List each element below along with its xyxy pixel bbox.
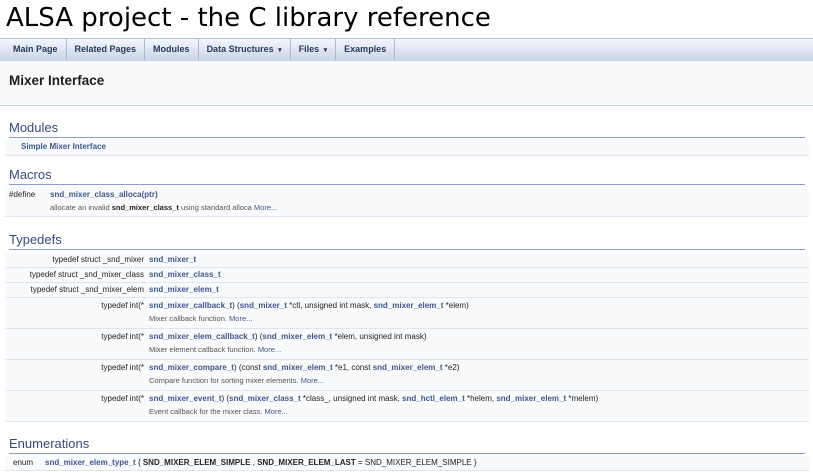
sig-text: *helem, xyxy=(464,394,497,403)
sig-text: ) ( xyxy=(221,394,230,403)
sig-text: *melem) xyxy=(566,394,599,403)
more-link[interactable]: More... xyxy=(301,376,324,385)
typedef-link[interactable]: snd_mixer_event_t xyxy=(149,394,221,403)
type-link[interactable]: snd_mixer_elem_t xyxy=(262,332,332,341)
nav-label: Modules xyxy=(153,44,190,54)
type-link[interactable]: snd_hctl_elem_t xyxy=(402,394,465,403)
sig-text: *e2) xyxy=(442,363,460,372)
type-link[interactable]: snd_mixer_elem_t xyxy=(496,394,566,403)
page-title: ALSA project - the C library reference xyxy=(6,3,491,33)
nav-examples[interactable]: Examples xyxy=(336,39,396,61)
enum-signature: snd_mixer_elem_type_t { SND_MIXER_ELEM_S… xyxy=(45,458,477,467)
nav-main-page[interactable]: Main Page xyxy=(0,39,67,61)
typedef-description: Mixer element callback function. More... xyxy=(149,345,281,354)
macro-define: #define xyxy=(9,190,36,199)
desc-text: allocate an invalid xyxy=(50,203,112,212)
section-heading-enumerations: Enumerations xyxy=(9,436,805,454)
desc-text: using standard alloca xyxy=(178,203,254,212)
sig-text: *class_, unsigned int mask, xyxy=(300,394,403,403)
typedef-left: typedef int(* xyxy=(101,301,144,310)
enum-value[interactable]: SND_MIXER_ELEM_SIMPLE xyxy=(143,458,251,467)
typedef-link[interactable]: snd_mixer_callback_t xyxy=(149,301,232,310)
desc-text: Mixer callback function. xyxy=(149,314,230,323)
typedef-row: typedef struct _snd_mixer_class snd_mixe… xyxy=(5,268,809,283)
nav-modules[interactable]: Modules xyxy=(145,39,199,61)
caret-down-icon: ▾ xyxy=(323,47,328,54)
type-link[interactable]: snd_mixer_elem_t xyxy=(263,363,333,372)
page-header: Mixer Interface xyxy=(0,61,813,106)
typedef-left: typedef struct _snd_mixer_class xyxy=(29,270,144,279)
typedef-left: typedef struct _snd_mixer xyxy=(52,255,144,264)
typedef-link[interactable]: snd_mixer_elem_t xyxy=(149,285,219,294)
typedef-signature: snd_mixer_compare_t) (const snd_mixer_el… xyxy=(149,363,459,372)
section-heading-macros: Macros xyxy=(9,167,805,185)
desc-type: snd_mixer_class_t xyxy=(111,203,179,212)
macro-link[interactable]: snd_mixer_class_alloca(ptr) xyxy=(50,190,158,199)
typedef-left: typedef int(* xyxy=(101,332,144,341)
more-link[interactable]: More... xyxy=(254,203,277,212)
macro-row: #define snd_mixer_class_alloca(ptr) allo… xyxy=(5,186,809,217)
nav-data-structures[interactable]: Data Structures ▾ xyxy=(199,39,291,61)
nav-label: Data Structures xyxy=(206,44,274,54)
desc-text: Compare function for sorting mixer eleme… xyxy=(149,376,301,385)
nav-bar: Main Page Related Pages Modules Data Str… xyxy=(0,38,813,62)
typedef-left: typedef int(* xyxy=(101,394,144,403)
more-link[interactable]: More... xyxy=(258,345,281,354)
macro-description: allocate an invalid snd_mixer_class_t us… xyxy=(50,203,277,212)
typedef-description: Event callback for the mixer class. More… xyxy=(149,407,288,416)
caret-down-icon: ▾ xyxy=(278,47,282,54)
typedef-description: Mixer callback function. More... xyxy=(149,314,252,323)
sig-text: *ctl, unsigned int mask, xyxy=(286,301,374,310)
nav-files[interactable]: Files ▾ xyxy=(291,39,337,61)
nav-related-pages[interactable]: Related Pages xyxy=(67,39,146,61)
sig-text: *elem) xyxy=(443,301,469,310)
module-link[interactable]: Simple Mixer Interface xyxy=(21,142,106,151)
enum-text: = SND_MIXER_ELEM_SIMPLE } xyxy=(355,458,477,467)
more-link[interactable]: More... xyxy=(264,407,287,416)
desc-text: Event callback for the mixer class. xyxy=(149,407,265,416)
typedef-row: typedef int(* snd_mixer_compare_t) (cons… xyxy=(5,360,809,391)
type-link[interactable]: snd_mixer_elem_t xyxy=(373,363,443,372)
typedef-row: typedef struct _snd_mixer snd_mixer_t xyxy=(5,253,809,268)
typedef-signature: snd_mixer_event_t) (snd_mixer_class_t *c… xyxy=(149,394,598,403)
nav-label: Files xyxy=(298,44,320,54)
type-link[interactable]: snd_mixer_elem_t xyxy=(374,301,444,310)
nav-label: Related Pages xyxy=(74,44,137,54)
header-title: Mixer Interface xyxy=(9,73,105,88)
typedef-left: typedef int(* xyxy=(101,363,144,372)
sig-text: ) ( xyxy=(232,301,240,310)
desc-text: Mixer element callback function. xyxy=(149,345,258,354)
enum-text: { xyxy=(135,458,143,467)
type-link[interactable]: snd_mixer_t xyxy=(240,301,287,310)
typedef-row: typedef int(* snd_mixer_callback_t) (snd… xyxy=(5,298,809,329)
typedef-row: typedef int(* snd_mixer_elem_callback_t)… xyxy=(5,329,809,360)
nav-label: Examples xyxy=(344,44,387,54)
section-heading-modules: Modules xyxy=(9,120,805,138)
typedef-description: Compare function for sorting mixer eleme… xyxy=(149,376,324,385)
sig-text: *e1, const xyxy=(332,363,373,372)
enum-value[interactable]: SND_MIXER_ELEM_LAST xyxy=(257,458,356,467)
typedef-signature: snd_mixer_elem_callback_t) (snd_mixer_el… xyxy=(149,332,427,341)
enum-keyword: enum xyxy=(13,458,34,467)
typedef-link[interactable]: snd_mixer_class_t xyxy=(149,270,221,279)
sig-text: *elem, unsigned int mask) xyxy=(332,332,427,341)
typedef-link[interactable]: snd_mixer_t xyxy=(149,255,196,264)
typedef-link[interactable]: snd_mixer_elem_callback_t xyxy=(149,332,255,341)
module-row: Simple Mixer Interface xyxy=(5,139,809,156)
typedef-left: typedef struct _snd_mixer_elem xyxy=(30,285,144,294)
section-heading-typedefs: Typedefs xyxy=(9,232,805,250)
typedef-row: typedef struct _snd_mixer_elem snd_mixer… xyxy=(5,283,809,298)
more-link[interactable]: More... xyxy=(229,314,252,323)
typedef-row: typedef int(* snd_mixer_event_t) (snd_mi… xyxy=(5,391,809,422)
typedef-signature: snd_mixer_callback_t) (snd_mixer_t *ctl,… xyxy=(149,301,469,310)
nav-label: Main Page xyxy=(13,44,58,54)
typedef-link[interactable]: snd_mixer_compare_t xyxy=(149,363,234,372)
enum-row: enum snd_mixer_elem_type_t { SND_MIXER_E… xyxy=(5,456,809,471)
enum-link[interactable]: snd_mixer_elem_type_t xyxy=(45,458,136,467)
sig-text: ) (const xyxy=(233,363,263,372)
type-link[interactable]: snd_mixer_class_t xyxy=(229,394,301,403)
